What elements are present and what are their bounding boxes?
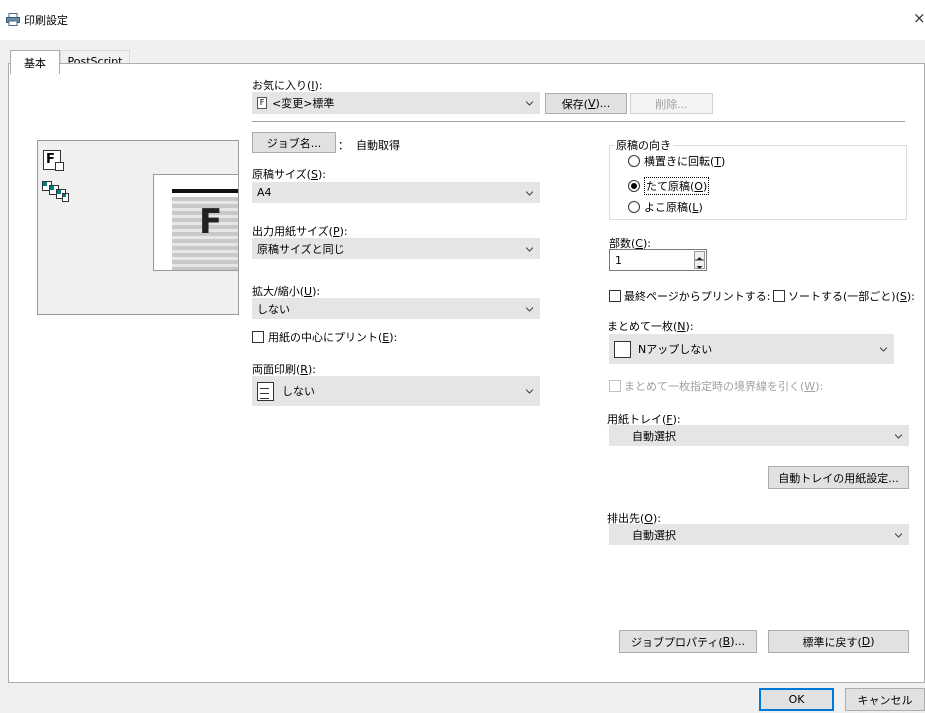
single-page-icon (614, 340, 631, 358)
orientation-group-label: 原稿の向き (614, 137, 673, 153)
output-size-label: 出力用紙サイズ(P): (252, 225, 348, 238)
output-dropdown[interactable]: 自動選択 (609, 524, 909, 545)
radio-landscape-label: よこ原稿(L) (644, 201, 703, 214)
chevron-down-icon (880, 347, 887, 352)
last-page-checkbox[interactable]: 最終ページからプリントする: (609, 288, 771, 304)
zoom-label: 拡大/縮小(U): (252, 285, 321, 298)
output-value: 自動選択 (632, 528, 676, 542)
document-lines-icon (257, 381, 274, 401)
zoom-dropdown[interactable]: しない (252, 298, 540, 319)
nup-label: まとめて一枚(N): (607, 320, 694, 333)
collate-checkbox[interactable]: ソートする(一部ごと)(S): (773, 288, 915, 304)
delete-favorite-button[interactable]: 削除... (630, 93, 713, 114)
favorite-doc-icon: F (257, 97, 267, 109)
favorites-dropdown[interactable]: F <変更>標準 (252, 92, 540, 114)
job-properties-button[interactable]: ジョブプロパティ(B)... (619, 630, 757, 653)
close-icon[interactable]: × (913, 9, 925, 27)
radio-circle-selected[interactable] (628, 180, 640, 192)
radio-portrait[interactable]: たて原稿(O) (628, 177, 710, 195)
ok-button[interactable]: OK (759, 688, 834, 711)
spin-down-icon[interactable] (694, 260, 705, 269)
chevron-down-icon (526, 389, 533, 394)
chevron-down-icon (526, 306, 533, 312)
checkbox-box[interactable] (252, 331, 264, 343)
favorites-label: お気に入り(I): (252, 79, 323, 92)
nup-pages-icon (42, 181, 72, 203)
page-preview: F (153, 174, 238, 271)
output-size-dropdown[interactable]: 原稿サイズと同じ (252, 238, 540, 259)
preview-letter: F (46, 152, 55, 167)
job-separator: ： (338, 139, 349, 152)
duplex-dropdown[interactable]: しない (252, 376, 540, 406)
separator-line (252, 121, 905, 122)
radio-circle[interactable] (628, 155, 640, 167)
tray-value: 自動選択 (632, 429, 676, 443)
original-size-value: A4 (257, 186, 272, 199)
checkbox-box[interactable] (609, 290, 621, 302)
window-title: 印刷設定 (24, 14, 68, 27)
checkbox-box[interactable] (609, 380, 621, 392)
save-favorite-button[interactable]: 保存(V)... (545, 93, 627, 114)
chevron-down-icon (895, 433, 902, 439)
preview-big-letter: F (199, 202, 223, 242)
job-name-button[interactable]: ジョブ名... (252, 132, 336, 153)
checkbox-box[interactable] (773, 290, 785, 302)
chevron-down-icon (526, 190, 533, 196)
reset-default-button[interactable]: 標準に戻す(D) (768, 630, 909, 653)
job-name-value: 自動取得 (356, 139, 400, 152)
last-page-label: 最終ページからプリントする: (624, 290, 771, 303)
cancel-button[interactable]: キャンセル (845, 688, 925, 711)
radio-landscape[interactable]: よこ原稿(L) (628, 199, 703, 215)
collate-label: ソートする(一部ごと)(S): (788, 290, 915, 303)
title-bar (0, 0, 925, 40)
border-line-checkbox[interactable]: まとめて一枚指定時の境界線を引く(W): (609, 378, 823, 394)
preview-pane: F F (37, 140, 239, 315)
center-print-checkbox[interactable]: 用紙の中心にプリント(E): (252, 329, 397, 345)
tab-basic-label: 基本 (24, 56, 46, 70)
radio-portrait-label: たて原稿(O) (644, 177, 710, 195)
original-size-label: 原稿サイズ(S): (252, 168, 326, 181)
tray-dropdown[interactable]: 自動選択 (609, 425, 909, 446)
output-size-value: 原稿サイズと同じ (257, 242, 345, 256)
duplex-label: 両面印刷(R): (252, 363, 316, 376)
original-size-dropdown[interactable]: A4 (252, 182, 540, 203)
printer-icon (6, 13, 20, 26)
chevron-down-icon (526, 101, 533, 106)
chevron-down-icon (526, 246, 533, 252)
favorites-value: <変更>標準 (272, 97, 335, 110)
duplex-value: しない (282, 385, 315, 398)
radio-circle[interactable] (628, 201, 640, 213)
nup-dropdown[interactable]: Nアップしない (609, 334, 894, 364)
tray-settings-button[interactable]: 自動トレイの用紙設定... (768, 466, 909, 489)
radio-rotate-landscape[interactable]: 横置きに回転(T) (628, 153, 725, 169)
border-line-label: まとめて一枚指定時の境界線を引く(W): (624, 380, 824, 393)
tab-basic[interactable]: 基本 (10, 50, 60, 74)
copies-spinner[interactable]: 1 (609, 249, 707, 271)
zoom-value: しない (257, 302, 290, 316)
spin-up-icon[interactable] (694, 251, 705, 260)
radio-rotate-landscape-label: 横置きに回転(T) (644, 155, 726, 168)
copies-value: 1 (615, 254, 622, 267)
nup-value: Nアップしない (638, 343, 713, 356)
center-print-label: 用紙の中心にプリント(E): (268, 331, 398, 344)
chevron-down-icon (895, 532, 902, 538)
